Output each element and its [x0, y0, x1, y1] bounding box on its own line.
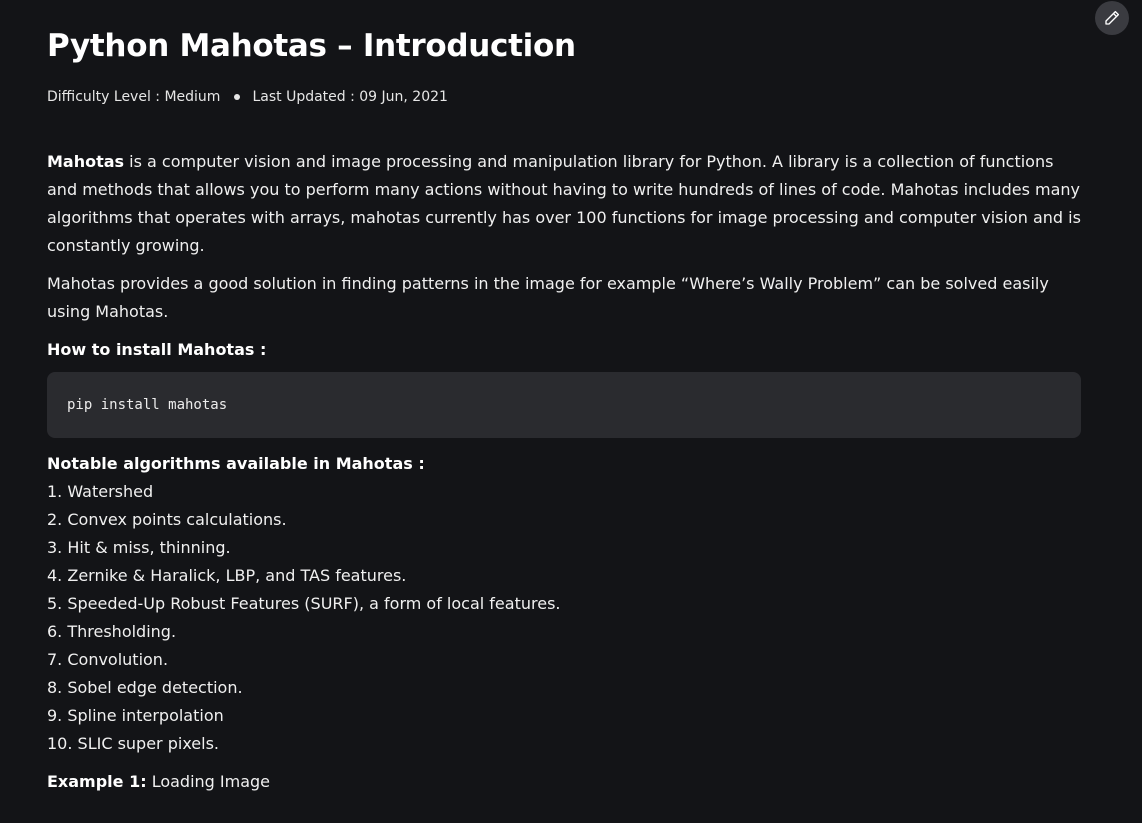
patterns-paragraph: Mahotas provides a good solution in find… — [47, 274, 1049, 321]
list-item: 2. Convex points calculations. — [47, 510, 287, 529]
algorithms-section: Notable algorithms available in Mahotas … — [47, 450, 1081, 758]
list-item: 5. Speeded-Up Robust Features (SURF), a … — [47, 594, 561, 613]
intro-text: is a computer vision and image processin… — [47, 152, 1081, 255]
list-item: 6. Thresholding. — [47, 622, 177, 641]
intro-bold-term: Mahotas — [47, 152, 125, 171]
article-meta: Difficulty Level : Medium Last Updated :… — [47, 89, 448, 105]
list-item: 8. Sobel edge detection. — [47, 678, 243, 697]
last-updated: Last Updated : 09 Jun, 2021 — [252, 89, 448, 105]
list-item: 9. Spline interpolation — [47, 706, 224, 725]
example-label: Example 1: — [47, 772, 147, 791]
separator-dot-icon — [234, 94, 241, 100]
edit-button[interactable] — [1095, 1, 1129, 35]
page-title: Python Mahotas – Introduction — [47, 28, 576, 64]
algorithms-list: 1. Watershed 2. Convex points calculatio… — [47, 478, 1081, 758]
list-item: 1. Watershed — [47, 482, 154, 501]
list-item: 7. Convolution. — [47, 650, 169, 669]
list-item: 3. Hit & miss, thinning. — [47, 538, 231, 557]
example-title: Loading Image — [146, 772, 271, 791]
list-item: 4. Zernike & Haralick, LBP, and TAS feat… — [47, 566, 407, 585]
article-body: Mahotas is a computer vision and image p… — [47, 148, 1081, 806]
difficulty-level: Difficulty Level : Medium — [47, 89, 221, 105]
list-item: 10. SLIC super pixels. — [47, 734, 220, 753]
pencil-icon — [1105, 10, 1120, 25]
code-block[interactable]: pip install mahotas — [47, 372, 1081, 438]
article-page: Python Mahotas – Introduction Difficulty… — [0, 0, 1142, 823]
example-heading: Example 1: Loading Image — [47, 768, 1081, 796]
intro-paragraph: Mahotas is a computer vision and image p… — [47, 148, 1081, 260]
install-heading: How to install Mahotas : — [47, 340, 267, 359]
code-line: pip install mahotas — [67, 397, 228, 413]
algorithms-heading: Notable algorithms available in Mahotas … — [47, 454, 425, 473]
